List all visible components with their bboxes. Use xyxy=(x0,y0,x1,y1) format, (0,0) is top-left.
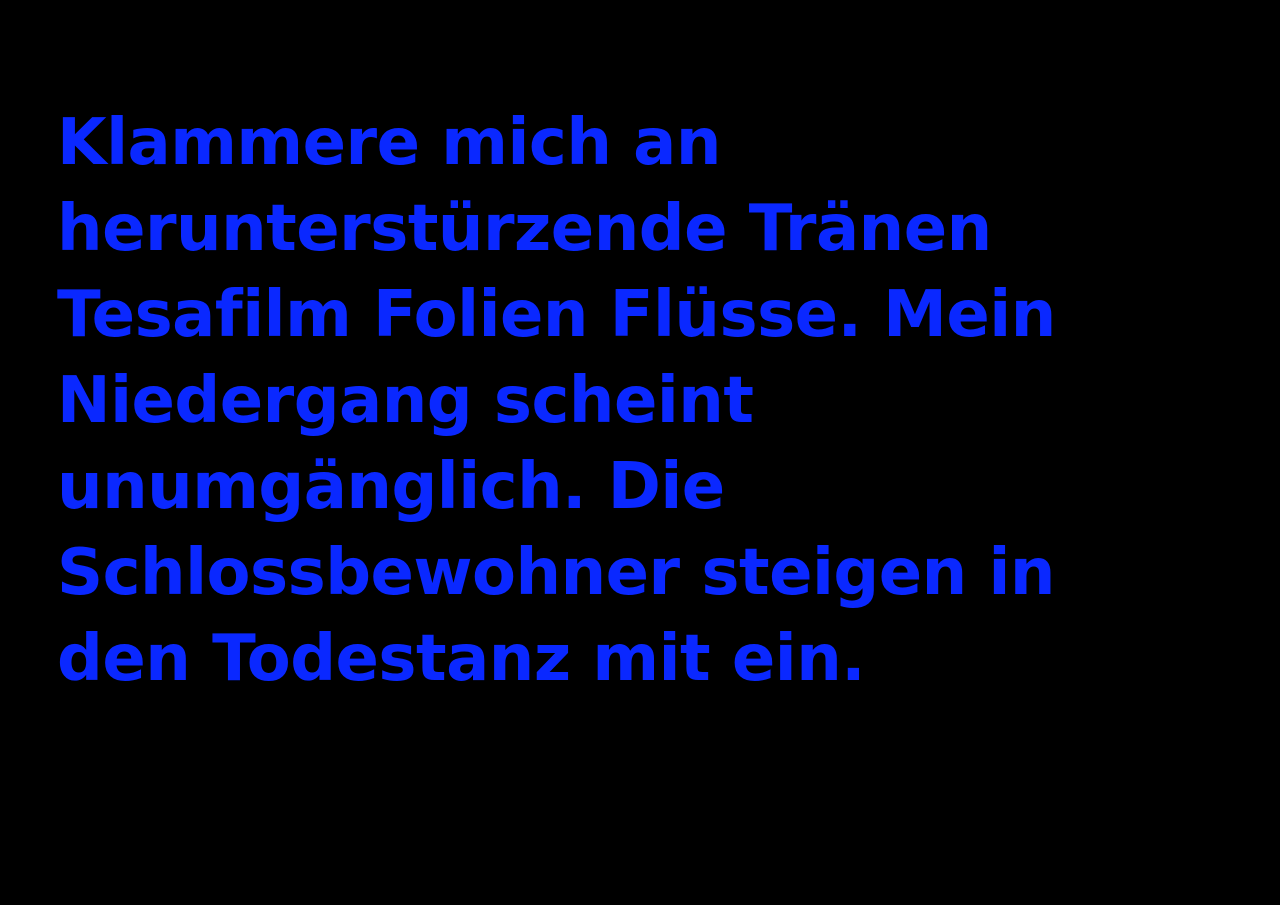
text-line-2: herunterstürzende Tränen xyxy=(57,192,992,266)
text-line-4: Niedergang scheint xyxy=(57,364,754,438)
text-line-6: Schlossbewohner steigen in xyxy=(57,536,1055,610)
text-line-1: Klammere mich an xyxy=(57,106,721,180)
text-slide: Klammere mich an herunterstürzende Träne… xyxy=(0,0,1280,905)
text-line-5: unumgänglich. Die xyxy=(57,450,725,524)
text-line-7: den Todestanz mit ein. xyxy=(57,622,866,696)
poem-text: Klammere mich an herunterstürzende Träne… xyxy=(57,100,1257,702)
text-line-3: Tesafilm Folien Flüsse. Mein xyxy=(57,278,1056,352)
